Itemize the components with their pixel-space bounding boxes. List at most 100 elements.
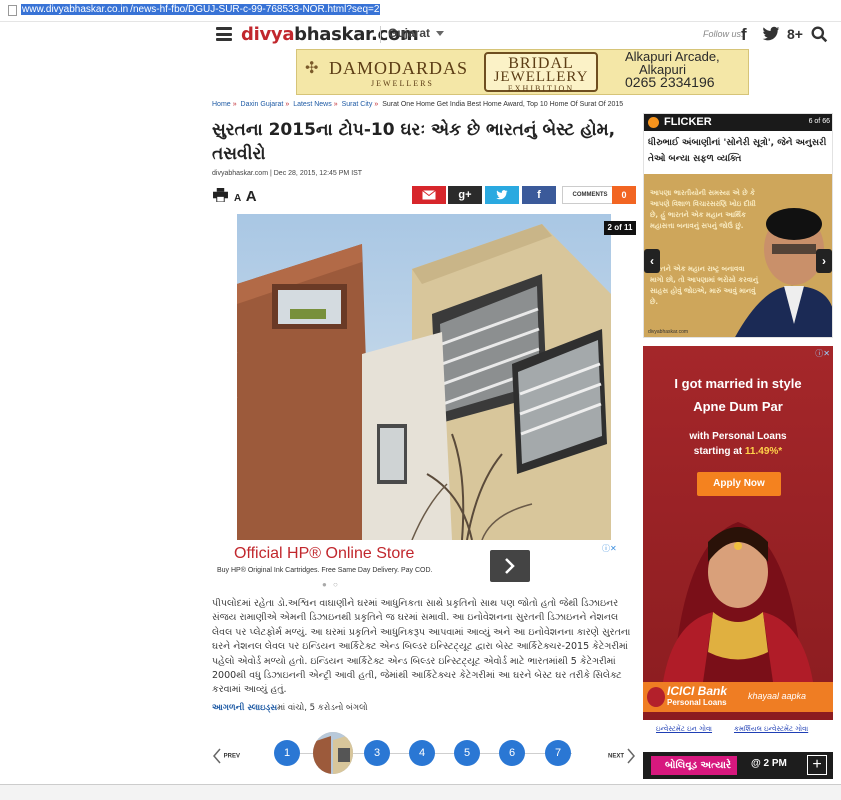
next-button[interactable]: NEXT [608,748,636,764]
article-date: Dec 28, 2015, 12:45 PM IST [273,170,363,177]
flicker-next-button[interactable]: › [816,249,832,273]
prev-button[interactable]: PREV [212,748,240,764]
invest-goa-link[interactable]: ઇન્વેસ્ટમેંટ ઇન ગોવા [656,725,712,734]
googleplus-share-button[interactable]: g+ [448,186,482,204]
email-share-button[interactable] [412,186,446,204]
googleplus-icon[interactable]: 8+ [787,26,803,42]
expand-icon[interactable]: + [807,755,827,775]
breadcrumb-separator: » [232,101,237,108]
page-5[interactable]: 5 [454,740,480,766]
comments-count[interactable]: 0 [612,186,636,204]
bride-image [663,522,813,682]
browser-url-bar[interactable]: www.divyabhaskar.co.in/news-hf-fbo/DGUJ-… [0,0,841,22]
banner-address: Alkapuri Arcade, Alkapuri 0265 2334196 [625,50,720,89]
facebook-icon[interactable]: f [741,25,747,45]
twitter-share-button[interactable] [485,186,519,204]
icici-brand: ICICI Bank [667,684,728,698]
page-6[interactable]: 6 [499,740,525,766]
icici-headline: I got married in style Apne Dum Par [674,376,802,414]
page-1[interactable]: 1 [274,740,300,766]
article-source: divyabhaskar.com [212,170,269,177]
icici-brand-sub: Personal Loans [667,698,727,707]
icici-tagline: khayaal aapka [748,691,807,701]
comments-button[interactable]: COMMENTS [562,186,618,204]
breadcrumb-daxin-gujarat[interactable]: Daxin Gujarat [241,101,284,108]
bollywood-label: બોલિવૂડ અત્યારે [651,756,738,775]
banner-event-frame: BRIDAL JEWELLERY EXHIBITION [484,52,598,93]
icici-logo-icon [647,687,665,707]
flicker-icon [648,117,659,128]
slide-pager: PREV 1 3 4 5 6 7 NEXT [210,732,640,776]
current-page-thumbnail[interactable] [313,732,353,774]
url-host: www.divyabhaskar.co.in [21,4,130,15]
page-7[interactable]: 7 [545,740,571,766]
ad-choices-icon[interactable]: ⓘ✕ [815,348,830,359]
read-more-line: આગળની સ્લાઇડ્સમાં વાંચો, 5 કરોડનો બંગલો [212,703,368,713]
font-size-control[interactable]: A A [234,188,257,206]
flicker-image[interactable]: આપણા ભારતીયોની સમસ્યા એ છે કે આપણે વિશાળ… [644,174,832,337]
facebook-share-button[interactable]: f [522,186,556,204]
hp-ad-subline: Buy HP® Original Ink Cartridges. Free Sa… [217,567,433,574]
flicker-quote-bottom: ભારતને એક મહાન રાષ્ટ્ર બનાવવા માગો છો, ત… [650,265,759,306]
prev-label: PREV [223,753,241,760]
carousel-dots: ● ○ [322,580,340,589]
state-selector[interactable]: Gujarat [380,26,445,43]
ornament-icon: ✣ [305,60,319,77]
search-icon[interactable] [811,26,828,43]
chevron-left-icon [213,748,221,764]
state-label: Gujarat [388,26,431,40]
commercial-invest-goa-link[interactable]: કમર્શિયલ ઇન્વેસ્ટમેંટ ગોવા [734,725,808,734]
url-text[interactable]: www.divyabhaskar.co.in/news-hf-fbo/DGUJ-… [21,4,381,15]
chevron-left-icon[interactable] [219,350,239,400]
flicker-credit: divyabhaskar.com [648,329,689,335]
chevron-right-icon [505,558,515,574]
chevron-right-icon[interactable] [611,350,631,400]
breadcrumb-latest-news[interactable]: Latest News [293,101,332,108]
breadcrumb-separator: » [333,101,338,108]
ad-choices-icon[interactable]: ⓘ✕ [602,543,617,554]
chevron-down-icon [436,31,445,37]
article-tools: A A g+ f COMMENTS 0 [212,186,636,206]
hp-ad[interactable]: Official HP® Online Store Buy HP® Origin… [212,540,636,592]
browser-status-bar [0,784,841,800]
house-photo [237,214,611,540]
article-byline: divyabhaskar.com | Dec 28, 2015, 12:45 P… [212,170,363,177]
slide-counter: 2 of 11 [604,221,636,235]
hp-ad-headline[interactable]: Official HP® Online Store [234,545,414,563]
thumbnail-image [313,732,353,774]
bollywood-widget[interactable]: બોલિવૂડ અત્યારે @ 2 PM + [643,752,833,779]
font-small[interactable]: A [234,193,241,204]
twitter-icon[interactable] [762,26,780,42]
icici-subline: with Personal Loans starting at 11.49%* [689,431,787,457]
read-more-link[interactable]: આગળની સ્લાઇડ્સ [212,703,277,713]
follow-label: Follow us: [703,29,744,39]
article-body: પીપલોદમાં રહેતા ડો.અશ્વિન વાઘાણીને ઘરમાં… [212,598,631,696]
flicker-widget[interactable]: FLICKER 6 of 66 ધીરુભાઈ અંબાણીનાં 'સોનેર… [643,113,833,338]
breadcrumb-current: Surat One Home Get India Best Home Award… [382,101,624,108]
jewellery-banner-ad[interactable]: ✣ DAMODARDAS JEWELLERS BRIDAL JEWELLERY E… [296,49,749,95]
mail-icon [422,190,436,200]
breadcrumb-home[interactable]: Home [212,101,231,108]
article-title: સુરતના 2015ના ટોપ-10 ઘરઃ એક છે ભારતનું બ… [212,120,616,164]
flicker-prev-button[interactable]: ‹ [644,249,660,273]
banner-brand: DAMODARDAS JEWELLERS [329,58,469,88]
flicker-title: FLICKER [664,116,712,128]
page-3[interactable]: 3 [364,740,390,766]
banner-phone: 0265 2334196 [625,74,715,90]
url-path: /news-hf-fbo/DGUJ-SUR-c-99-768533-NOR.ht… [129,4,381,15]
font-large[interactable]: A [246,188,257,205]
event-line-3: EXHIBITION [507,84,575,93]
apply-now-button[interactable]: Apply Now [697,472,781,496]
read-more-text: માં વાંચો, 5 કરોડનો બંગલો [277,703,368,713]
slideshow-photo[interactable] [212,214,636,540]
icici-ad[interactable]: ⓘ✕ I got married in style Apne Dum Par wi… [643,346,833,720]
menu-icon[interactable] [216,27,232,41]
breadcrumb-surat-city[interactable]: Surat City [342,101,373,108]
print-icon[interactable] [213,188,228,202]
icici-rate: 11.49%* [744,446,783,457]
hp-ad-go-button[interactable] [490,550,530,582]
flicker-count: 6 of 66 [808,118,830,125]
flicker-caption[interactable]: ધીરુભાઈ અંબાણીનાં 'સોનેરી સૂત્રો', જેને … [648,135,830,167]
flicker-quote-top: આપણા ભારતીયોની સમસ્યા એ છે કે આપણે વિશાળ… [650,189,756,230]
page-4[interactable]: 4 [409,740,435,766]
